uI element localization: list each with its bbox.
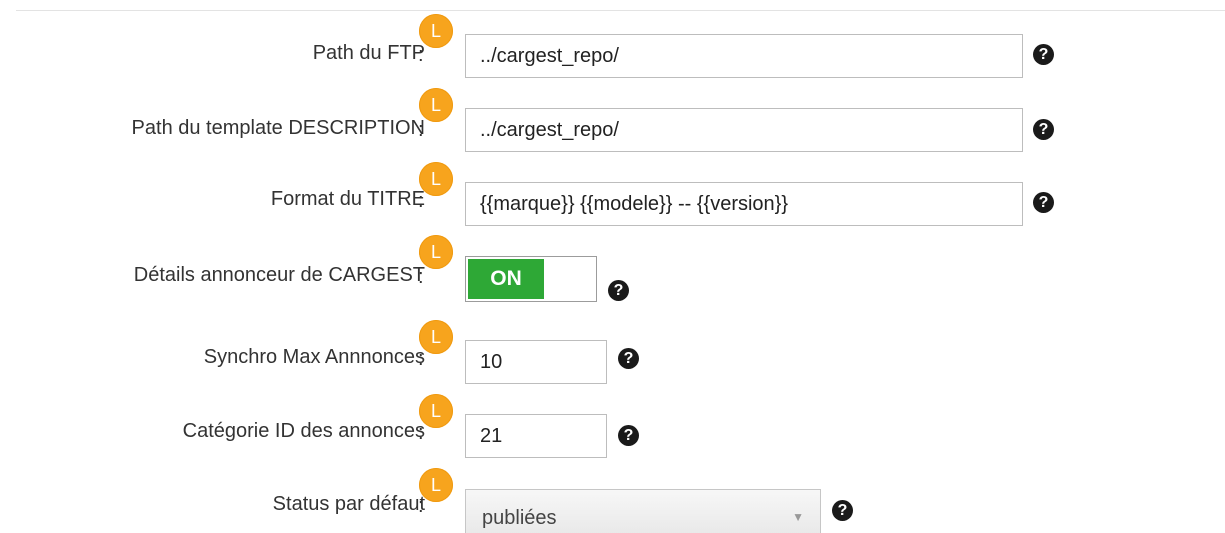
- ftp-path-label: Path du FTP: [312, 42, 425, 64]
- ftp-path-input[interactable]: ../cargest_repo/: [465, 34, 1023, 78]
- settings-form: Path du FTP : L ../cargest_repo/ ? Path …: [0, 0, 1225, 533]
- row-title-format: Format du TITRE : L {{marque}} {{modele}…: [0, 162, 1225, 228]
- language-badge-icon[interactable]: L: [419, 88, 453, 122]
- category-id-label: Catégorie ID des annonces: [182, 420, 425, 442]
- sync-max-input[interactable]: 10: [465, 340, 607, 384]
- language-badge-icon[interactable]: L: [419, 235, 453, 269]
- colon: :: [418, 495, 424, 517]
- colon: :: [418, 119, 424, 141]
- row-template-path: Path du template DESCRIPTION : L ../carg…: [0, 88, 1225, 154]
- advertiser-details-toggle[interactable]: ON: [465, 256, 597, 302]
- help-circle-icon[interactable]: ?: [1033, 119, 1054, 140]
- chevron-down-icon: ▼: [792, 510, 804, 524]
- colon: :: [418, 266, 424, 288]
- colon: :: [418, 190, 424, 212]
- language-badge-icon[interactable]: L: [419, 468, 453, 502]
- row-sync-max: Synchro Max Annnonces : L 10 ?: [0, 320, 1225, 386]
- category-id-input[interactable]: 21: [465, 414, 607, 458]
- language-badge-icon[interactable]: L: [419, 320, 453, 354]
- help-circle-icon[interactable]: ?: [1033, 44, 1054, 65]
- help-circle-icon[interactable]: ?: [618, 425, 639, 446]
- colon: :: [418, 422, 424, 444]
- toggle-on-label: ON: [468, 259, 544, 299]
- help-circle-icon[interactable]: ?: [608, 280, 629, 301]
- advertiser-details-label: Détails annonceur de CARGEST: [133, 264, 425, 286]
- help-circle-icon[interactable]: ?: [618, 348, 639, 369]
- language-badge-icon[interactable]: L: [419, 394, 453, 428]
- default-status-label: Status par défaut: [272, 493, 425, 515]
- row-advertiser-details: Détails annonceur de CARGEST : L ON ?: [0, 235, 1225, 304]
- help-circle-icon[interactable]: ?: [832, 500, 853, 521]
- help-circle-icon[interactable]: ?: [1033, 192, 1054, 213]
- default-status-select[interactable]: publiées ▼: [465, 489, 821, 533]
- language-badge-icon[interactable]: L: [419, 14, 453, 48]
- title-format-input[interactable]: {{marque}} {{modele}} -- {{version}}: [465, 182, 1023, 226]
- language-badge-icon[interactable]: L: [419, 162, 453, 196]
- sync-max-label: Synchro Max Annnonces: [203, 346, 425, 368]
- template-path-label: Path du template DESCRIPTION: [131, 117, 425, 139]
- colon: :: [418, 44, 424, 66]
- row-ftp-path: Path du FTP : L ../cargest_repo/ ?: [0, 14, 1225, 80]
- top-divider: [16, 10, 1225, 11]
- row-default-status: Status par défaut : L publiées ▼ ?: [0, 468, 1225, 533]
- default-status-value: publiées: [482, 507, 557, 529]
- title-format-label: Format du TITRE: [270, 188, 425, 210]
- colon: :: [418, 348, 424, 370]
- template-path-input[interactable]: ../cargest_repo/: [465, 108, 1023, 152]
- row-category-id: Catégorie ID des annonces : L 21 ?: [0, 394, 1225, 460]
